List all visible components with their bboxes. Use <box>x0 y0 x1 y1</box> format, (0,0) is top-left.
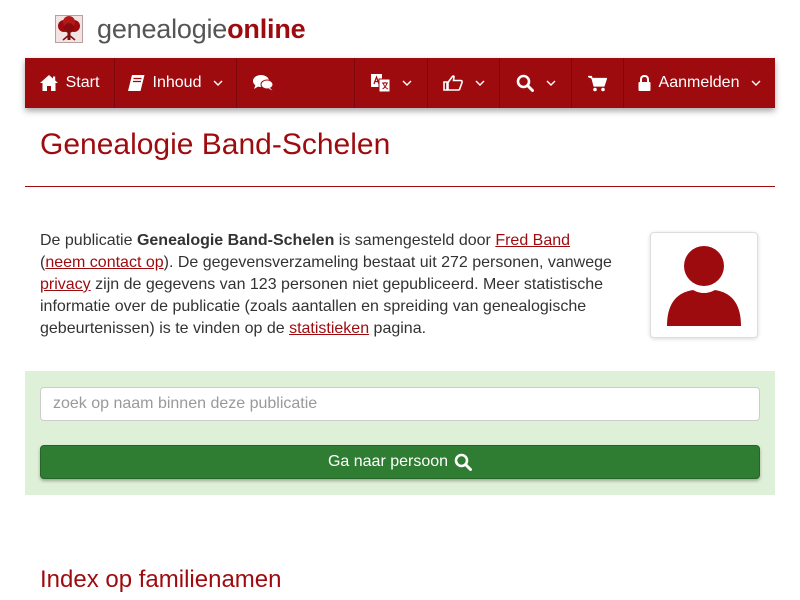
chevron-down-icon <box>751 80 761 86</box>
intro-text: ). De gegevensverzameling bestaat uit 27… <box>163 254 612 271</box>
language-icon <box>370 74 390 92</box>
intro-text: is samengesteld door <box>334 232 496 249</box>
author-link[interactable]: Fred Band <box>495 232 570 249</box>
chevron-down-icon <box>475 80 484 86</box>
nav-inhoud[interactable]: Inhoud <box>114 58 236 108</box>
site-logo[interactable]: genealogieonline <box>55 12 306 46</box>
site-name-light: genealogie <box>97 13 228 44</box>
person-search-input[interactable] <box>40 387 760 421</box>
chevron-down-icon <box>546 80 555 86</box>
nav-start-label: Start <box>65 74 100 91</box>
nav-aanmelden-label: Aanmelden <box>658 74 740 91</box>
author-avatar <box>650 232 758 338</box>
intro-text: pagina. <box>369 320 427 337</box>
site-name-bold: online <box>227 13 306 44</box>
nav-inhoud-label: Inhoud <box>152 74 202 91</box>
nav-language[interactable] <box>354 58 427 108</box>
publication-intro: De publicatie Genealogie Band-Schelen is… <box>40 230 620 340</box>
search-icon <box>516 74 534 92</box>
thumbs-up-icon <box>442 75 463 91</box>
surname-index-title: Index op familienamen <box>40 566 282 593</box>
page-title: Genealogie Band-Schelen <box>40 128 391 161</box>
comments-icon <box>253 75 273 91</box>
nav-share[interactable] <box>427 58 499 108</box>
book-icon <box>127 75 145 91</box>
publication-name: Genealogie Band-Schelen <box>136 232 335 249</box>
nav-aanmelden[interactable]: Aanmelden <box>623 58 775 108</box>
nav-forum[interactable] <box>236 58 289 108</box>
person-search-panel: Ga naar persoon <box>25 371 775 495</box>
tree-icon <box>55 15 83 43</box>
home-icon <box>39 75 58 91</box>
site-name: genealogieonline <box>97 13 306 45</box>
search-icon <box>454 453 473 471</box>
nav-search[interactable] <box>499 58 571 108</box>
chevron-down-icon <box>213 80 223 86</box>
statistics-link[interactable]: statistieken <box>289 320 369 337</box>
cart-icon <box>588 75 607 91</box>
user-icon <box>657 238 751 332</box>
go-to-person-button[interactable]: Ga naar persoon <box>40 445 760 479</box>
nav-start[interactable]: Start <box>25 58 114 108</box>
lock-icon <box>638 75 651 91</box>
privacy-link[interactable]: privacy <box>40 276 91 293</box>
chevron-down-icon <box>402 80 411 86</box>
main-navbar: Start Inhoud Aanmelden <box>25 58 775 108</box>
intro-text: De publicatie <box>40 232 137 249</box>
title-divider <box>25 186 775 187</box>
contact-link[interactable]: neem contact op <box>45 254 163 271</box>
go-to-person-label: Ga naar persoon <box>327 453 449 470</box>
nav-cart[interactable] <box>571 58 623 108</box>
